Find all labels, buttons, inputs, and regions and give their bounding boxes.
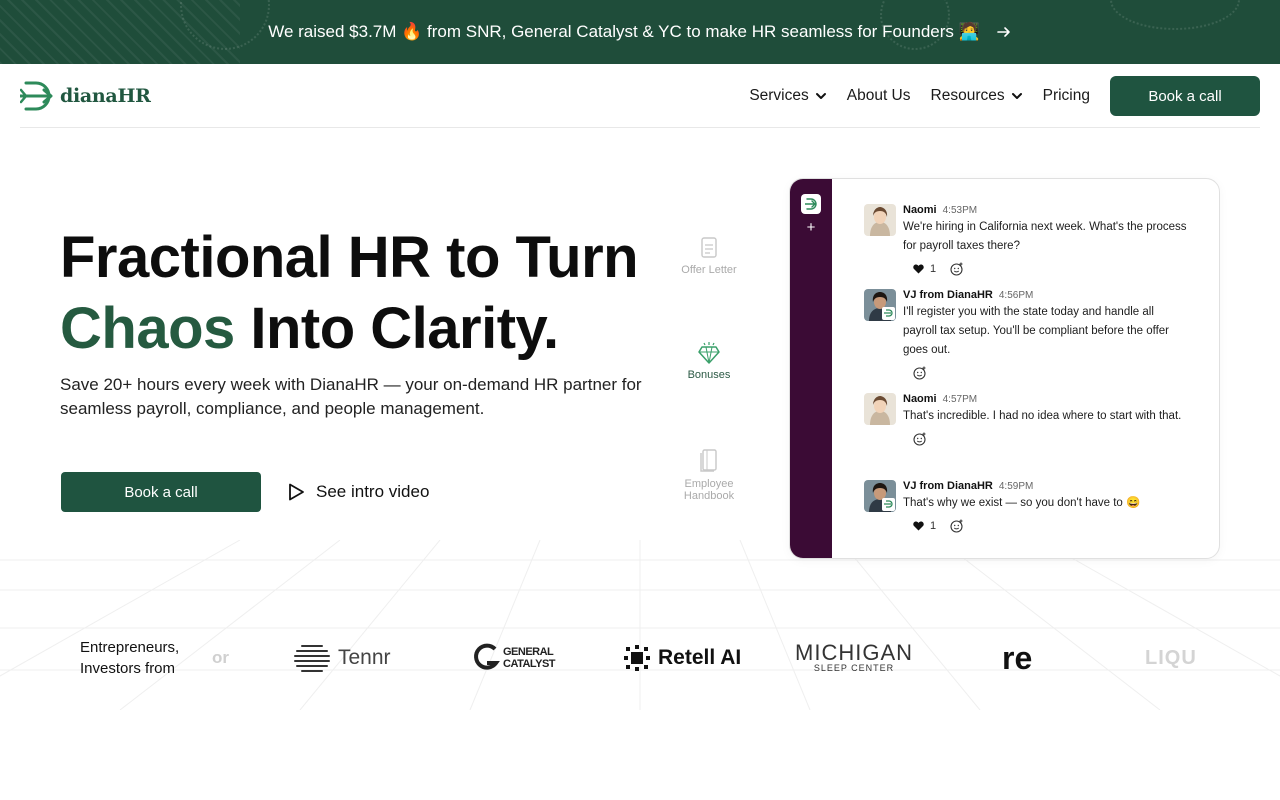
avatar-vj xyxy=(864,289,896,321)
avatar-vj xyxy=(864,480,896,512)
message-author: Naomi xyxy=(903,393,937,405)
hero-title: Fractional HR to Turn Chaos Into Clarity… xyxy=(60,222,639,364)
add-workspace-icon[interactable]: + xyxy=(790,219,832,236)
tennr-text: Tennr xyxy=(338,646,391,669)
message-time: 4:59PM xyxy=(998,481,1034,492)
feature-offer-letter[interactable]: Offer Letter xyxy=(669,236,749,276)
logo-mark-icon xyxy=(20,81,53,111)
message-text: I'll register you with the state today a… xyxy=(903,306,1170,356)
logo[interactable]: dianaHR xyxy=(20,80,151,112)
feature-bonuses[interactable]: Bonuses xyxy=(669,341,749,381)
add-reaction-icon[interactable] xyxy=(903,366,927,380)
partner-logo-partial: or xyxy=(212,648,229,667)
partner-logo-re: re xyxy=(1002,639,1033,676)
message-author: VJ from DianaHR xyxy=(903,480,993,492)
diamond-icon xyxy=(698,342,720,364)
partner-logo-partial: LIQU xyxy=(1145,646,1197,669)
heart-icon xyxy=(913,521,924,531)
gc-mark-icon xyxy=(474,643,500,670)
feature-label: Offer Letter xyxy=(681,264,737,276)
grid-floor-background xyxy=(0,540,1280,710)
logos-label: Entrepreneurs, Investors from xyxy=(80,639,180,677)
partner-logo-tennr: Tennr xyxy=(294,638,391,678)
nav-resources[interactable]: Resources xyxy=(931,87,1023,105)
message-time: 4:57PM xyxy=(942,394,978,405)
document-icon xyxy=(701,237,717,258)
workspace-icon[interactable] xyxy=(801,194,821,214)
partner-logo-retell-ai: Retell AI xyxy=(624,638,741,678)
like-count: 1 xyxy=(930,263,937,275)
avatar-naomi xyxy=(864,204,896,236)
retell-text: Retell AI xyxy=(658,646,742,669)
nav-link-label: Pricing xyxy=(1042,87,1090,104)
book-icon xyxy=(700,449,717,472)
michigan-text: MICHIGAN xyxy=(795,640,913,665)
logo-text: dianaHR xyxy=(60,85,151,107)
arrow-right-icon[interactable] xyxy=(996,24,1012,40)
hero-title-line2-rest: Into Clarity. xyxy=(234,296,559,361)
chevron-down-icon xyxy=(1011,93,1022,99)
nav-link-label: Services xyxy=(749,87,809,104)
hero-title-accent: Chaos xyxy=(60,296,235,361)
chevron-down-icon xyxy=(815,93,826,99)
message-time: 4:53PM xyxy=(942,205,978,216)
nav-links: Services About Us Resources Pricing xyxy=(749,64,1090,128)
announcement-banner[interactable]: We raised $3.7M 🔥 from SNR, General Cata… xyxy=(0,0,1280,64)
nav-divider xyxy=(20,127,1260,128)
chat-sidebar: + xyxy=(790,179,832,558)
add-reaction-icon[interactable] xyxy=(950,262,964,276)
message-text: That's why we exist — so you don't have … xyxy=(903,497,1141,509)
banner-text: We raised $3.7M 🔥 from SNR, General Cata… xyxy=(268,22,980,41)
book-call-nav-button[interactable]: Book a call xyxy=(1110,76,1260,116)
partner-logo-michigan-sleep-center: MICHIGAN SLEEP CENTER xyxy=(795,638,912,678)
like-reaction[interactable]: 1 xyxy=(903,263,936,275)
message-text: That's incredible. I had no idea where t… xyxy=(903,410,1182,422)
gc-text: GENERAL CATALYST xyxy=(503,646,556,670)
nav-link-label: About Us xyxy=(846,87,911,104)
hero-title-line1: Fractional HR to Turn xyxy=(60,225,639,290)
message-time: 4:56PM xyxy=(998,290,1034,301)
see-intro-video-button[interactable]: See intro video xyxy=(286,478,429,506)
message-author: Naomi xyxy=(903,204,937,216)
add-reaction-icon[interactable] xyxy=(950,519,964,533)
chat-window: + Naomi 4:53PM We're hiring in California… xyxy=(789,178,1220,559)
michigan-sub-text: SLEEP CENTER xyxy=(813,663,895,673)
nav-link-label: Resources xyxy=(930,87,1005,104)
feature-label: Employee Handbook xyxy=(683,478,735,502)
message-text: We're hiring in California next week. Wh… xyxy=(903,221,1187,252)
tennr-mark-icon xyxy=(294,645,330,672)
book-call-hero-button[interactable]: Book a call xyxy=(61,472,261,512)
nav-pricing[interactable]: Pricing xyxy=(1043,87,1090,105)
heart-icon xyxy=(913,264,924,274)
video-label: See intro video xyxy=(316,482,430,501)
avatar-naomi xyxy=(864,393,896,425)
hero-subtitle: Save 20+ hours every week with DianaHR —… xyxy=(60,375,642,418)
feature-label: Bonuses xyxy=(687,369,731,381)
partner-logo-general-catalyst: GENERAL CATALYST xyxy=(472,638,559,678)
nav-about-us[interactable]: About Us xyxy=(847,87,911,105)
message-author: VJ from DianaHR xyxy=(903,289,993,301)
add-reaction-icon[interactable] xyxy=(903,432,927,446)
like-reaction[interactable]: 1 xyxy=(903,520,936,532)
like-count: 1 xyxy=(930,520,937,532)
feature-employee-handbook[interactable]: Employee Handbook xyxy=(669,448,749,502)
retell-mark-icon xyxy=(624,645,650,671)
hero-title-line2: Chaos Into Clarity. xyxy=(60,293,638,364)
play-icon xyxy=(289,483,304,501)
nav-services[interactable]: Services xyxy=(749,87,826,105)
